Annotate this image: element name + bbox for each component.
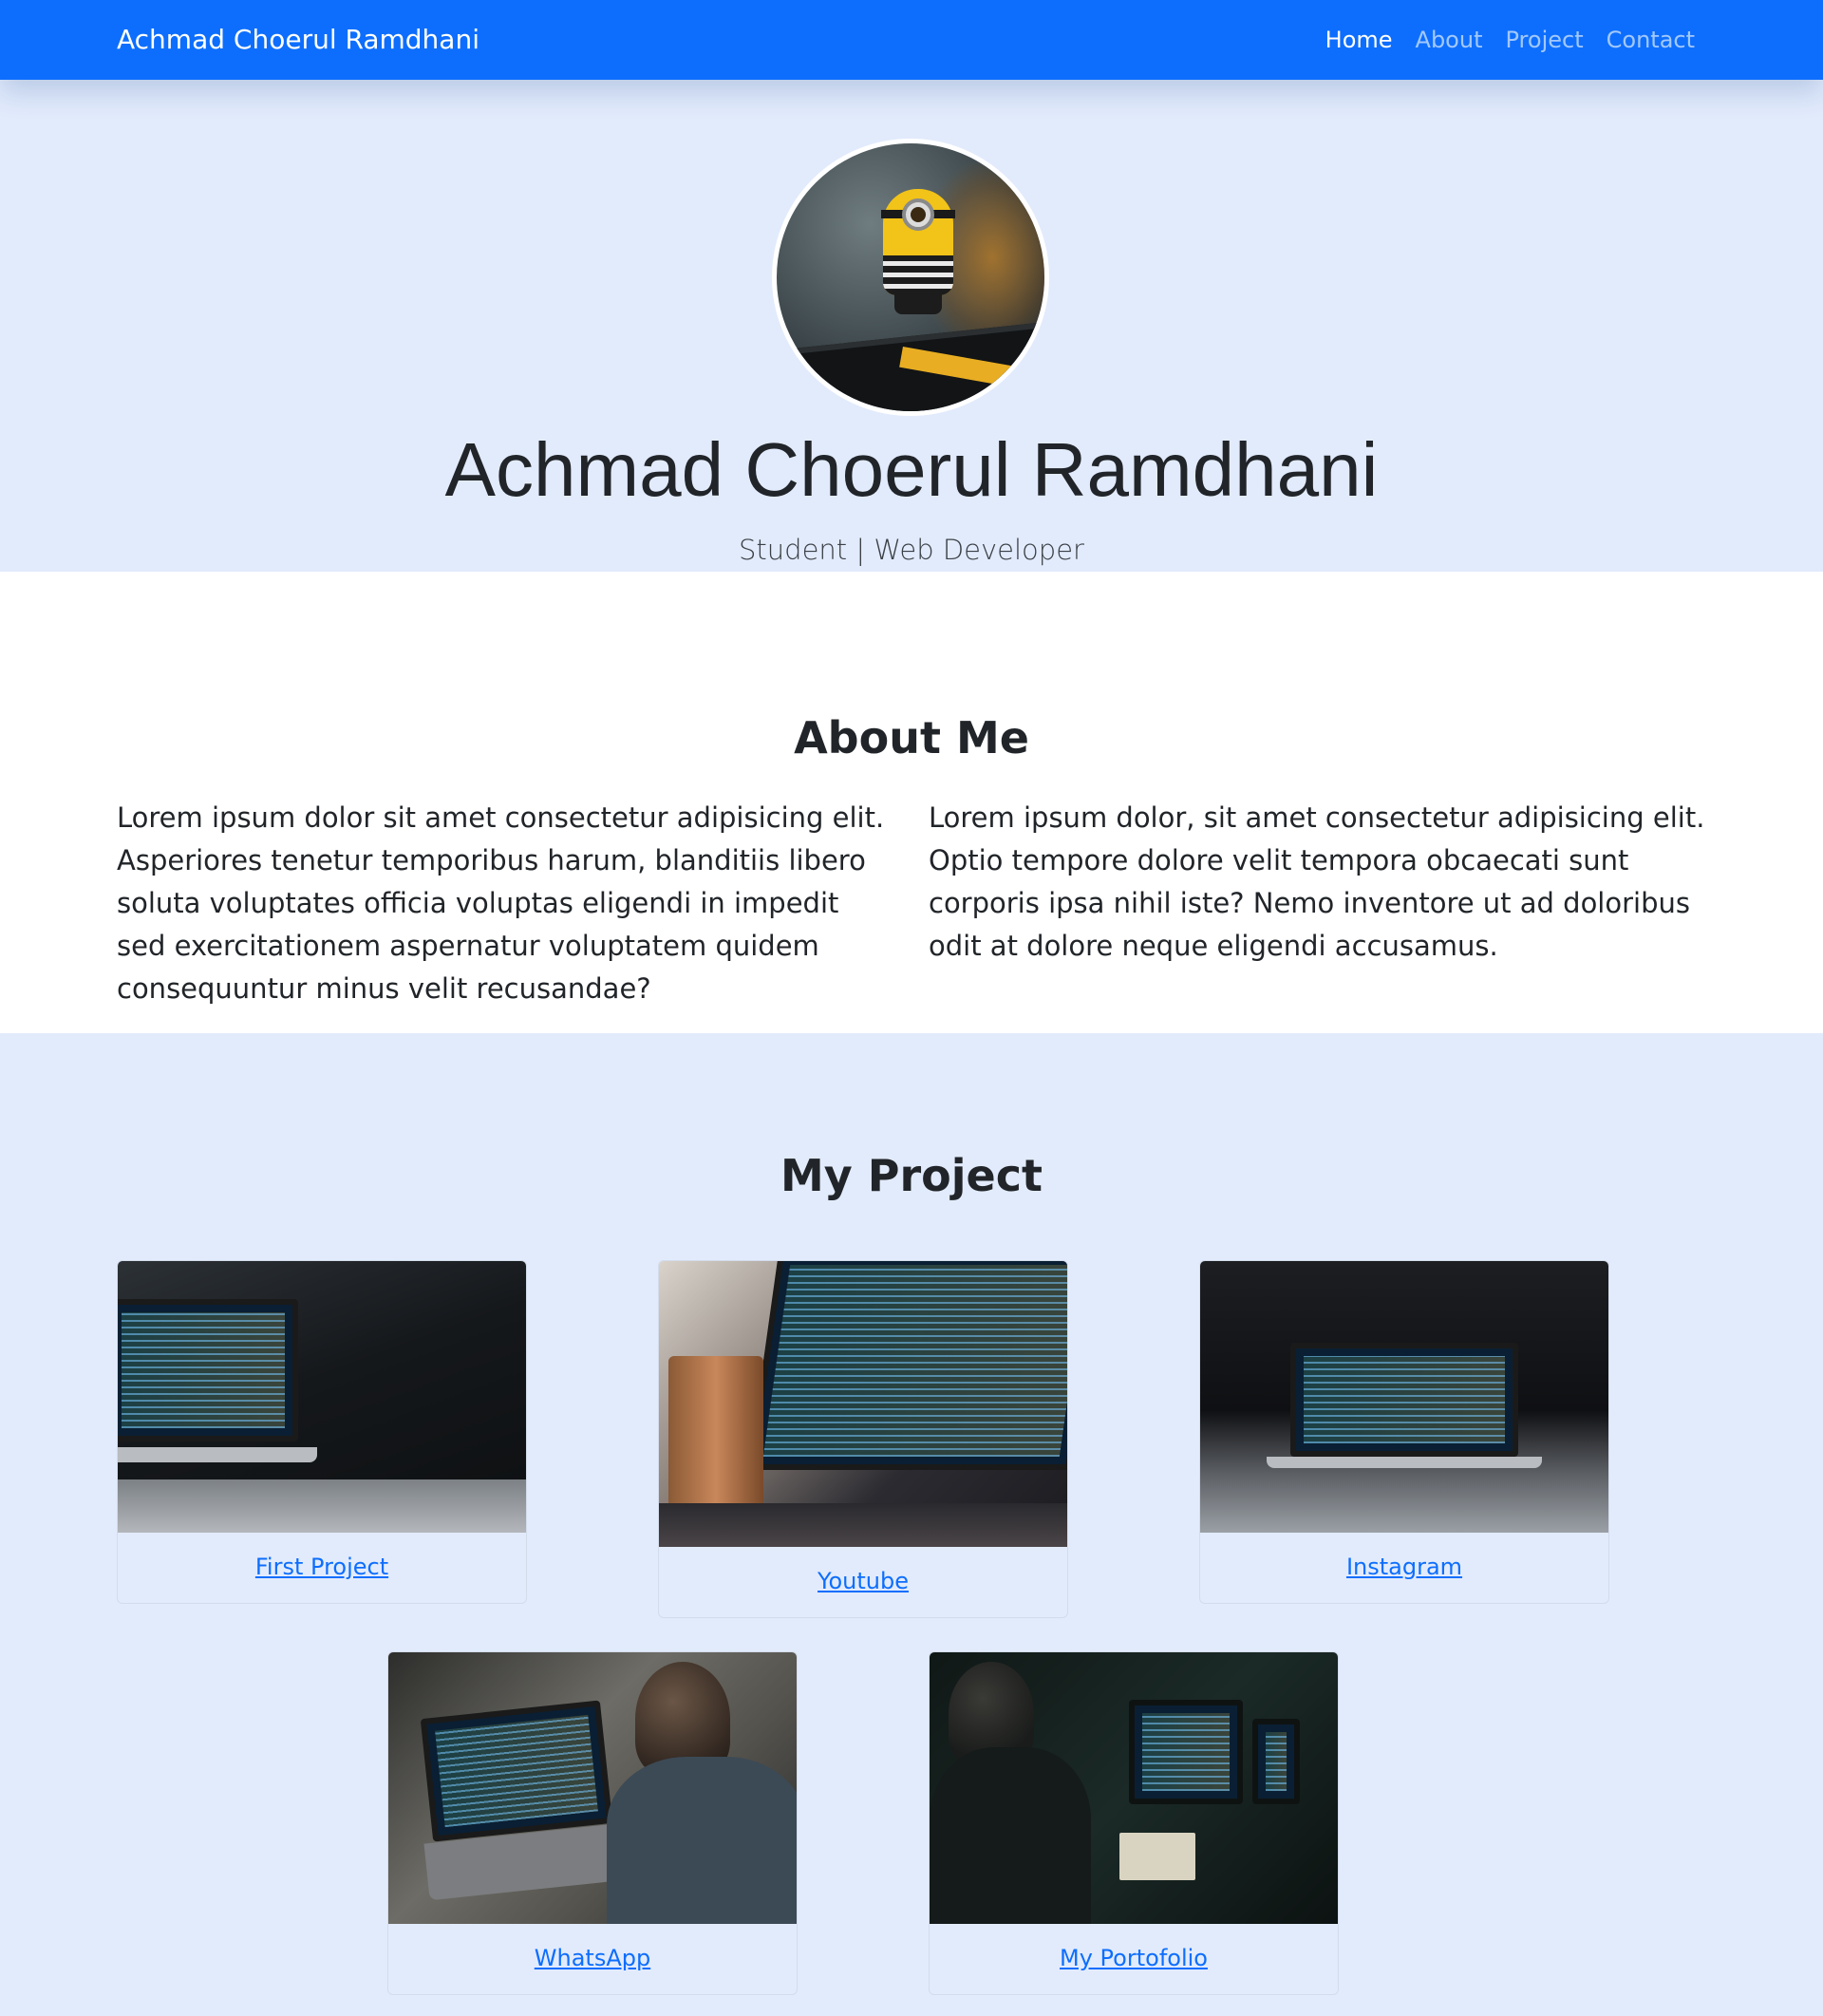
about-title: About Me bbox=[794, 712, 1029, 763]
nav-link-project[interactable]: Project bbox=[1506, 25, 1584, 55]
about-text-left: Lorem ipsum dolor sit amet consectetur a… bbox=[117, 801, 885, 1005]
minion-figure bbox=[881, 189, 955, 314]
project-thumbnail bbox=[930, 1652, 1338, 1924]
project-card-whatsapp: WhatsApp bbox=[387, 1651, 798, 1995]
project-link-whatsapp[interactable]: WhatsApp bbox=[535, 1945, 650, 1971]
hero-section: Achmad Choerul Ramdhani Student | Web De… bbox=[0, 80, 1823, 572]
project-card-first-project: First Project bbox=[117, 1260, 527, 1604]
about-section: About Me Lorem ipsum dolor sit amet cons… bbox=[0, 572, 1823, 1033]
nav-link-about[interactable]: About bbox=[1416, 25, 1483, 55]
about-text-right: Lorem ipsum dolor, sit amet consectetur … bbox=[929, 801, 1705, 962]
project-card-my-portofolio: My Portofolio bbox=[929, 1651, 1339, 1995]
navbar: Achmad Choerul Ramdhani Home About Proje… bbox=[0, 0, 1823, 80]
hero-name: Achmad Choerul Ramdhani bbox=[444, 427, 1379, 512]
nav-link-contact[interactable]: Contact bbox=[1607, 25, 1695, 55]
nav-links: Home About Project Contact bbox=[1325, 25, 1695, 55]
project-thumbnail bbox=[388, 1652, 797, 1924]
project-section: My Project First Project Youtube Instagr… bbox=[0, 1033, 1823, 2016]
project-link-instagram[interactable]: Instagram bbox=[1346, 1554, 1462, 1580]
project-card-youtube: Youtube bbox=[658, 1260, 1068, 1618]
project-thumbnail bbox=[1200, 1261, 1608, 1533]
project-link-my-portofolio[interactable]: My Portofolio bbox=[1060, 1945, 1208, 1971]
profile-avatar bbox=[772, 139, 1049, 416]
nav-link-home[interactable]: Home bbox=[1325, 25, 1393, 55]
project-thumbnail bbox=[659, 1261, 1067, 1547]
hero-subtitle: Student | Web Developer bbox=[739, 534, 1084, 566]
project-title: My Project bbox=[780, 1150, 1043, 1201]
project-thumbnail bbox=[118, 1261, 526, 1533]
navbar-brand[interactable]: Achmad Choerul Ramdhani bbox=[117, 23, 479, 57]
project-card-instagram: Instagram bbox=[1199, 1260, 1609, 1604]
project-link-first-project[interactable]: First Project bbox=[255, 1554, 388, 1580]
project-link-youtube[interactable]: Youtube bbox=[818, 1568, 909, 1594]
